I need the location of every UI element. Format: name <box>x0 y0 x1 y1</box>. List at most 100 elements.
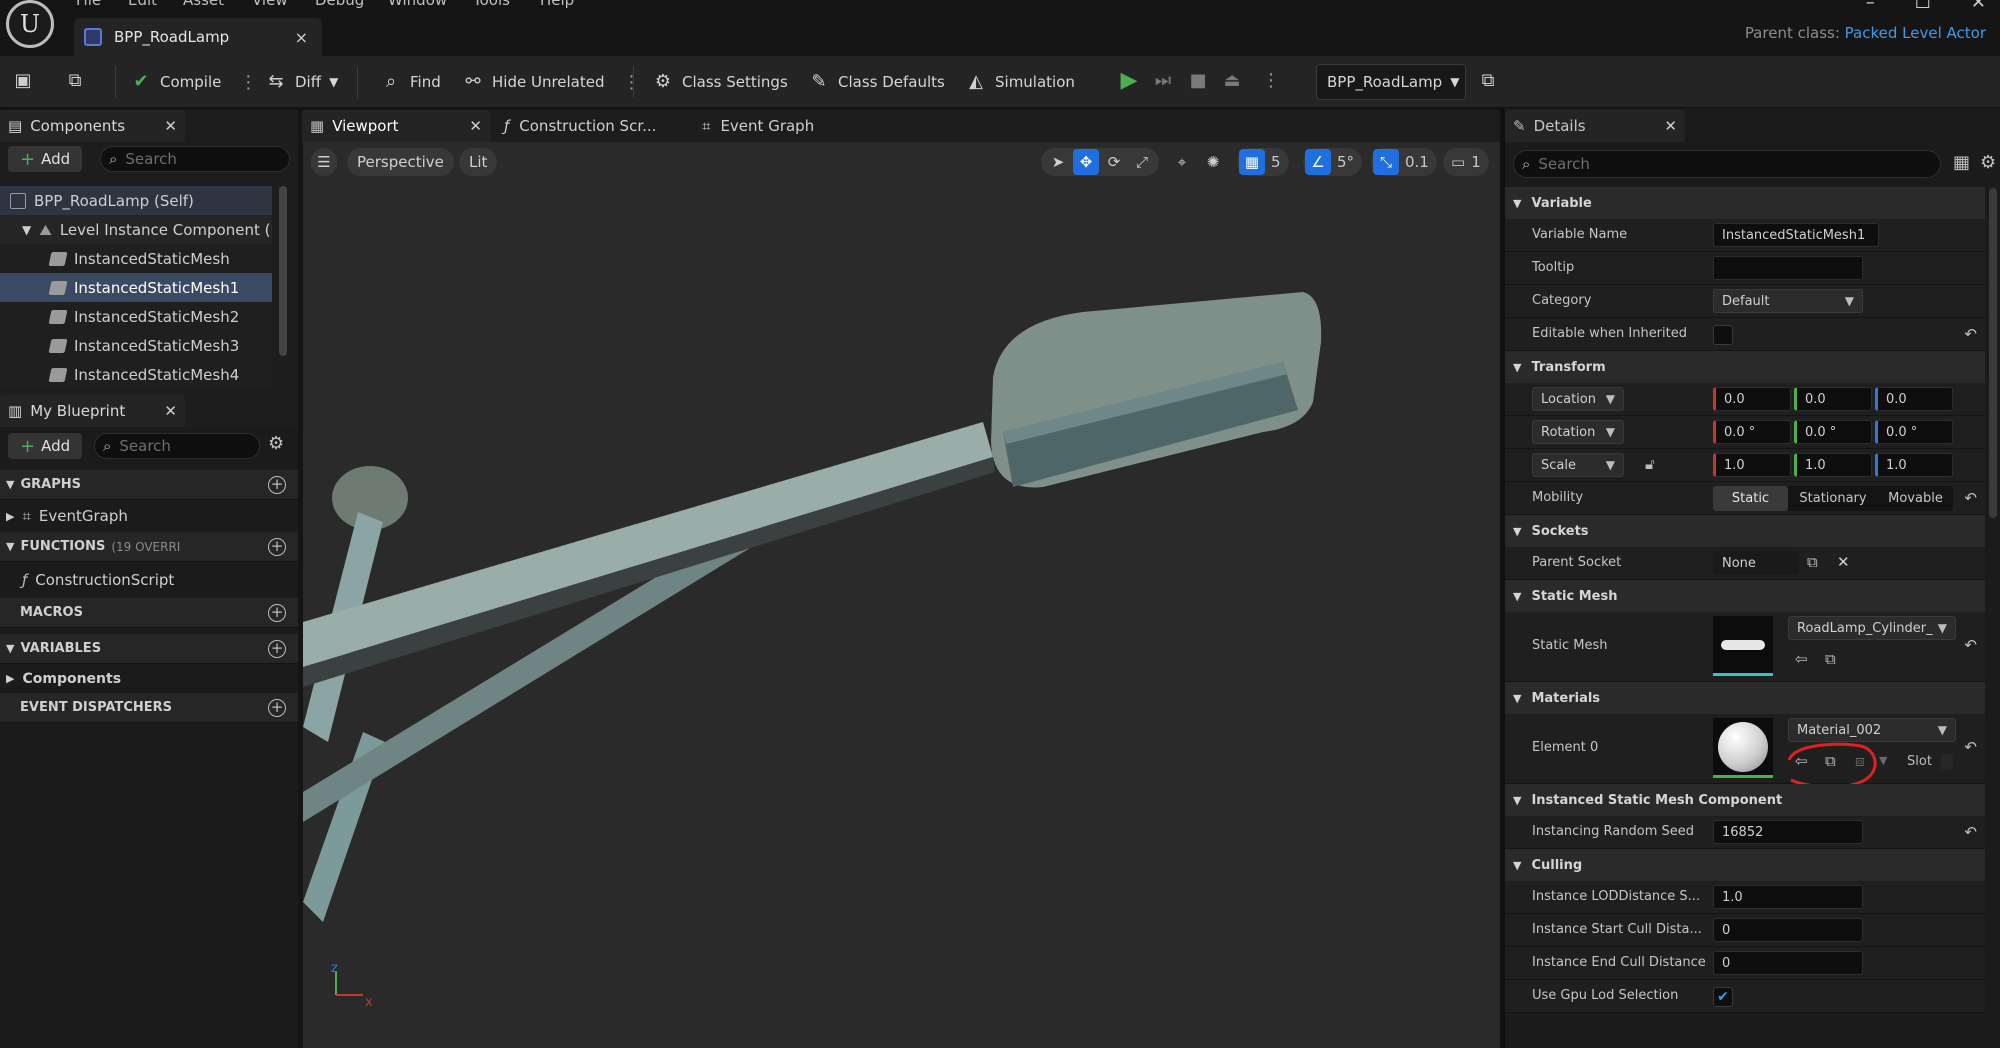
tab-viewport[interactable]: ▦ Viewport ✕ <box>302 110 490 142</box>
parent-class-link[interactable]: Packed Level Actor <box>1845 24 1986 42</box>
section-functions[interactable]: ▼ FUNCTIONS (19 OVERRI + <box>0 532 298 562</box>
simulation-button[interactable]: ◭ Simulation <box>965 56 1075 108</box>
slot-field[interactable] <box>1941 754 1953 770</box>
static-mesh-thumbnail[interactable] <box>1713 616 1773 676</box>
scrollbar[interactable] <box>279 186 287 356</box>
property-matrix-icon[interactable]: ▦ <box>1953 152 1970 173</box>
start-cull-field[interactable]: 0 <box>1713 918 1863 942</box>
end-cull-field[interactable]: 0 <box>1713 951 1863 975</box>
close-icon[interactable]: ✕ <box>1664 117 1677 135</box>
gpu-lod-checkbox[interactable]: ✔ <box>1713 987 1733 1007</box>
mobility-stationary[interactable]: Stationary <box>1788 486 1878 511</box>
close-window-button[interactable]: ✕ <box>1971 0 1986 13</box>
find-button[interactable]: ⌕ Find <box>380 56 441 108</box>
location-z-field[interactable]: 0.0 <box>1875 387 1953 411</box>
browse-icon[interactable]: ⧉ <box>64 70 86 92</box>
close-icon[interactable]: ✕ <box>164 117 177 135</box>
tree-item-ism2[interactable]: InstancedStaticMesh2 <box>0 302 272 331</box>
debug-object-select[interactable]: BPP_RoadLamp ▼ <box>1316 64 1466 100</box>
scale-icon[interactable]: ⤢ <box>1129 149 1155 175</box>
menu-debug[interactable]: Debug <box>315 0 364 9</box>
components-search-input[interactable]: ⌕ Search <box>100 146 290 172</box>
section-ismc[interactable]: ▼ Instanced Static Mesh Component <box>1505 784 1985 816</box>
class-defaults-button[interactable]: ✎ Class Defaults <box>808 56 944 108</box>
material-thumbnail[interactable] <box>1713 718 1773 778</box>
rotate-icon[interactable]: ⟳ <box>1101 149 1127 175</box>
editable-inherited-checkbox[interactable] <box>1713 325 1733 345</box>
rotation-mode-select[interactable]: Rotation ▼ <box>1532 420 1624 444</box>
menu-window[interactable]: Window <box>388 0 447 9</box>
lock-icon[interactable]: 🔓︎ <box>1645 455 1655 473</box>
section-graphs[interactable]: ▼ GRAPHS + <box>0 470 298 500</box>
location-x-field[interactable]: 0.0 <box>1713 387 1791 411</box>
details-search-input[interactable]: ⌕ Search <box>1513 150 1941 178</box>
tree-item-ism4[interactable]: InstancedStaticMesh4 <box>0 360 272 389</box>
maximize-button[interactable]: ☐ <box>1915 0 1931 13</box>
mobility-static[interactable]: Static <box>1713 486 1788 511</box>
section-transform[interactable]: ▼ Transform <box>1505 351 1985 383</box>
category-select[interactable]: Default ▼ <box>1713 289 1863 313</box>
unreal-logo-icon[interactable]: U <box>6 0 54 48</box>
camera-speed-control[interactable]: ▭ 1 <box>1443 148 1489 176</box>
lod-distance-field[interactable]: 1.0 <box>1713 885 1863 909</box>
advance-frame-icon[interactable]: ⏭ <box>1152 70 1174 92</box>
section-macros[interactable]: MACROS + <box>0 598 298 628</box>
browse-to-asset-icon[interactable]: ⧉ <box>1477 70 1499 92</box>
menu-asset[interactable]: Asset <box>183 0 224 9</box>
world-local-icon[interactable]: ✺ <box>1200 149 1226 175</box>
tooltip-field[interactable] <box>1713 256 1863 280</box>
tree-item-level-instance[interactable]: ▼ ⛰ Level Instance Component (Ro <box>0 215 272 244</box>
tab-event-graph[interactable]: ⌗ Event Graph <box>702 110 814 142</box>
location-y-field[interactable]: 0.0 <box>1794 387 1872 411</box>
menu-help[interactable]: Help <box>540 0 574 9</box>
scale-x-field[interactable]: 1.0 <box>1713 453 1791 477</box>
tree-item-ism[interactable]: InstancedStaticMesh <box>0 244 272 273</box>
components-category[interactable]: ▶ Components <box>0 664 298 693</box>
rotation-z-field[interactable]: 0.0 ° <box>1875 420 1953 444</box>
add-macro-icon[interactable]: + <box>268 603 286 622</box>
viewport[interactable]: z x ☰ Perspective Lit ➤ ✥ ⟳ ⤢ ⌖ ✺ ▦ 5 ∠ … <box>303 142 1500 1048</box>
compile-button[interactable]: ✔ Compile ⋮ <box>130 56 257 108</box>
chevron-down-icon[interactable]: ▼ <box>22 223 31 237</box>
menu-tools[interactable]: Tools <box>473 0 510 9</box>
close-icon[interactable]: × <box>295 28 308 47</box>
tree-item-self[interactable]: BPP_RoadLamp (Self) <box>0 186 272 215</box>
components-tab[interactable]: ▤ Components ✕ <box>0 110 185 142</box>
menu-file[interactable]: File <box>76 0 101 9</box>
location-mode-select[interactable]: Location ▼ <box>1532 387 1624 411</box>
chevron-right-icon[interactable]: ▶ <box>6 672 14 685</box>
reset-arrow-icon[interactable]: ↶ <box>1964 823 1977 841</box>
viewport-options-button[interactable]: ☰ <box>311 148 337 176</box>
save-icon[interactable]: ▣ <box>12 70 34 92</box>
grid-snap-control[interactable]: ▦ 5 <box>1237 148 1289 176</box>
add-function-icon[interactable]: + <box>268 537 286 556</box>
chevron-right-icon[interactable]: ▶ <box>6 510 14 523</box>
reset-arrow-icon[interactable]: ↶ <box>1964 738 1977 756</box>
reset-arrow-icon[interactable]: ↶ <box>1964 325 1977 343</box>
tree-item-ism1-selected[interactable]: InstancedStaticMesh1 <box>0 273 272 302</box>
section-variables[interactable]: ▼ VARIABLES + <box>0 634 298 664</box>
stop-icon[interactable]: ■ <box>1187 70 1209 92</box>
rotation-snap-control[interactable]: ∠ 5° <box>1303 148 1363 176</box>
section-variable[interactable]: ▼ Variable <box>1505 187 1985 219</box>
section-sockets[interactable]: ▼ Sockets <box>1505 515 1985 547</box>
my-blueprint-tab[interactable]: ▥ My Blueprint ✕ <box>0 395 185 427</box>
parent-socket-field[interactable]: None <box>1713 551 1799 575</box>
add-graph-icon[interactable]: + <box>268 475 286 494</box>
hide-unrelated-button[interactable]: ⚯ Hide Unrelated ⋮ <box>462 56 640 108</box>
scale-z-field[interactable]: 1.0 <box>1875 453 1953 477</box>
my-blueprint-search-input[interactable]: ⌕ Search <box>94 433 260 459</box>
add-member-button[interactable]: + Add <box>8 433 83 459</box>
add-component-button[interactable]: + Add <box>8 146 83 172</box>
random-seed-field[interactable]: 16852 <box>1713 820 1863 844</box>
use-selected-icon[interactable]: ⇦ <box>1795 650 1808 668</box>
document-tab[interactable]: BPP_RoadLamp × <box>74 18 322 56</box>
play-icon[interactable]: ▶ <box>1118 70 1140 92</box>
reset-arrow-icon[interactable]: ↶ <box>1964 636 1977 654</box>
section-static-mesh[interactable]: ▼ Static Mesh <box>1505 580 1985 612</box>
scale-mode-select[interactable]: Scale ▼ <box>1532 453 1624 477</box>
construction-script-item[interactable]: ƒ ConstructionScript <box>0 562 298 598</box>
surface-snap-icon[interactable]: ⌖ <box>1169 149 1195 175</box>
browse-asset-icon[interactable]: ⧉ <box>1825 650 1836 668</box>
menu-edit[interactable]: Edit <box>128 0 157 9</box>
